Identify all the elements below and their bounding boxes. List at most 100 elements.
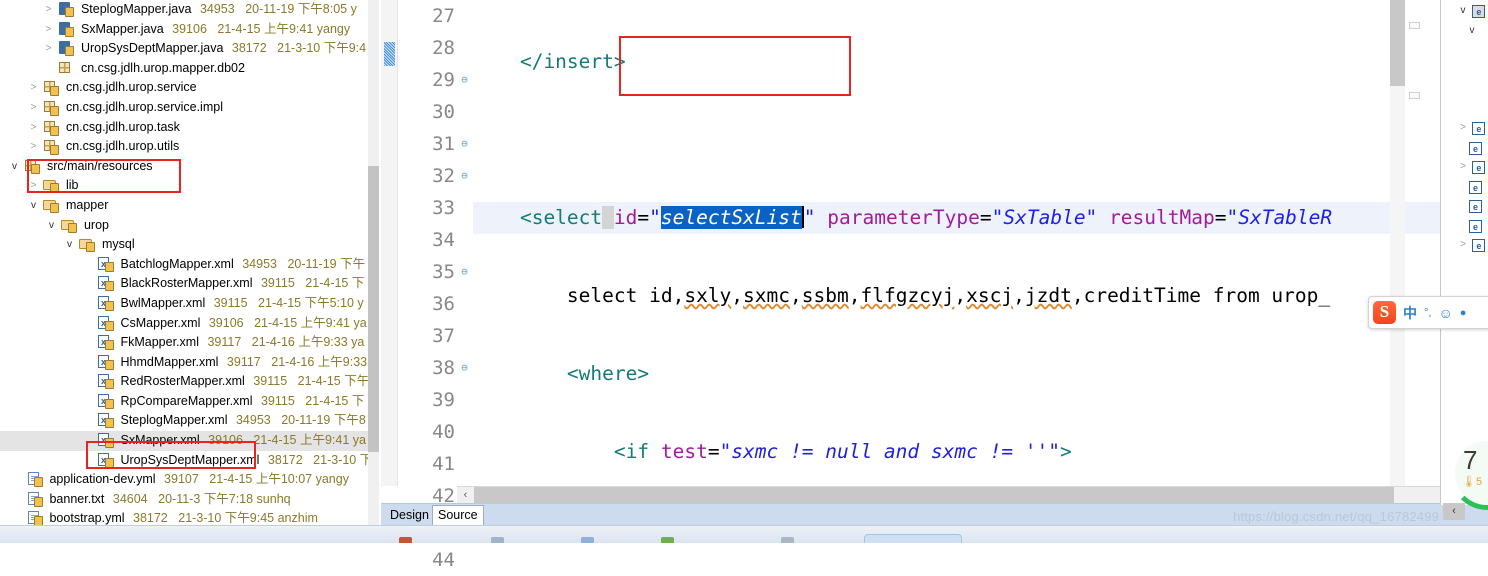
tree-item-redrostermapper-xml[interactable]: RedRosterMapper.xml 39115 21-4-15 下午 <box>0 372 368 392</box>
tab-source[interactable]: Source <box>432 505 484 525</box>
taskbar-app-icon[interactable] <box>581 537 594 543</box>
chevron-right-icon[interactable]: > <box>1457 235 1469 255</box>
fold-toggle-icon[interactable]: ⊖ <box>459 256 470 288</box>
chevron-down-icon[interactable]: v <box>45 216 58 236</box>
code-line-31[interactable]: <where> <box>473 358 1488 390</box>
tree-item-bwlmapper-xml[interactable]: BwlMapper.xml 39115 21-4-15 下午5:10 y <box>0 294 368 314</box>
taskbar-app-icon[interactable] <box>399 537 412 543</box>
sogou-ime-toolbar[interactable]: S 中 °, ☺ ● <box>1368 296 1488 329</box>
fold-toggle-icon[interactable]: ⊖ <box>459 64 470 96</box>
tree-item-csmapper-xml[interactable]: CsMapper.xml 39106 21-4-15 上午9:41 ya <box>0 314 368 334</box>
tree-item-blackrostermapper-xml[interactable]: BlackRosterMapper.xml 39115 21-4-15 下 <box>0 274 368 294</box>
taskbar-strip[interactable] <box>381 525 1488 543</box>
tree-item-task[interactable]: > cn.csg.jdlh.urop.task <box>0 118 368 138</box>
editor-horizontal-scrollbar-thumb[interactable] <box>474 487 1394 504</box>
ime-emoji-icon[interactable]: ☺ <box>1438 305 1452 321</box>
code-line-28[interactable] <box>473 124 1488 156</box>
outline-row[interactable]: v e <box>1441 0 1488 20</box>
chevron-right-icon[interactable]: > <box>27 176 40 196</box>
tree-item-label: UropSysDeptMapper.xml <box>120 452 260 467</box>
chevron-right-icon[interactable]: > <box>27 118 40 138</box>
outline-row[interactable]: e <box>1441 195 1488 215</box>
explorer-scrollbar[interactable] <box>368 0 379 542</box>
tree-item-batchlogmapper-xml[interactable]: BatchlogMapper.xml 34953 20-11-19 下午 <box>0 255 368 275</box>
tree-item-steplogmapper-java[interactable]: > SteplogMapper.java 34953 20-11-19 下午8:… <box>0 0 368 20</box>
chevron-down-icon[interactable]: v <box>1466 21 1478 41</box>
tree-item-fkmapper-xml[interactable]: FkMapper.xml 39117 21-4-16 上午9:33 ya <box>0 333 368 353</box>
overview-marker[interactable] <box>1409 22 1420 29</box>
outline-row[interactable]: > e <box>1441 234 1488 254</box>
tree-item-utils[interactable]: > cn.csg.jdlh.urop.utils <box>0 137 368 157</box>
element-icon: e <box>1469 141 1482 155</box>
tree-item-mapper-db02[interactable]: › cn.csg.jdlh.urop.mapper.db02 <box>0 59 368 79</box>
tree-item-sxmapper-xml[interactable]: SxMapper.xml 39106 21-4-15 上午9:41 ya <box>0 431 368 451</box>
chevron-right-icon[interactable]: > <box>27 98 40 118</box>
outline-row[interactable]: > e <box>1441 117 1488 137</box>
taskbar-app-icon[interactable] <box>781 537 794 543</box>
fold-toggle-icon[interactable]: ⊖ <box>459 128 470 160</box>
code-line-27[interactable]: </insert> <box>473 46 1488 78</box>
chevron-right-icon[interactable]: > <box>42 39 55 59</box>
code-editor[interactable]: 27 28 29 ⊖ 30 31 ⊖ 32 ⊖ 33 34 35 ⊖ 36 37 38 ⊖… <box>381 0 1488 571</box>
tree-item-application-dev-yml[interactable]: application-dev.yml 39107 21-4-15 上午10:0… <box>0 470 368 490</box>
line-number: 34 <box>432 229 455 251</box>
chevron-right-icon[interactable]: > <box>27 137 40 157</box>
element-icon: e <box>1469 219 1482 233</box>
taskbar-app-icon[interactable] <box>491 537 504 543</box>
outline-panel[interactable]: v e v > e e > e e e e > e <box>1440 0 1488 505</box>
outline-row[interactable]: e <box>1441 176 1488 196</box>
tree-item-sxmapper-java[interactable]: > SxMapper.java 39106 21-4-15 上午9:41 yan… <box>0 20 368 40</box>
ime-language-mode[interactable]: 中 <box>1403 303 1417 323</box>
code-line-29[interactable]: <select id="selectSxList " parameterType=… <box>473 202 1488 234</box>
editor-vertical-scrollbar[interactable] <box>1390 0 1420 486</box>
project-explorer[interactable]: > SteplogMapper.java 34953 20-11-19 下午8:… <box>0 0 368 542</box>
tree-item-src-main-resources[interactable]: v src/main/resources <box>0 157 368 177</box>
chevron-right-icon[interactable]: > <box>42 0 55 20</box>
code-line-32[interactable]: <if test="sxmc != null and sxmc != ''"> <box>473 436 1488 468</box>
sogou-logo-icon[interactable]: S <box>1373 301 1396 324</box>
outline-row[interactable]: e <box>1441 215 1488 235</box>
chevron-down-icon[interactable]: v <box>1457 1 1469 21</box>
editor-horizontal-scrollbar[interactable]: ‹ › <box>457 486 1474 504</box>
taskbar-app-icon[interactable] <box>661 537 674 543</box>
tree-item-service[interactable]: > cn.csg.jdlh.urop.service <box>0 78 368 98</box>
code-line-30[interactable]: select id,sxly,sxmc,ssbm,flfgzcyj,xscj,j… <box>473 280 1488 312</box>
chevron-down-icon[interactable]: v <box>63 235 76 255</box>
tree-item-urop-folder[interactable]: v urop <box>0 216 368 236</box>
outline-row[interactable]: > e <box>1441 156 1488 176</box>
ime-microphone-icon[interactable]: ● <box>1460 307 1467 319</box>
tree-item-rpcomparemapper-xml[interactable]: RpCompareMapper.xml 39115 21-4-15 下 <box>0 392 368 412</box>
chevron-right-icon[interactable]: > <box>42 20 55 40</box>
tree-item-uropsysdeptmapper-xml[interactable]: UropSysDeptMapper.xml 38172 21-3-10 下 <box>0 451 368 471</box>
chevron-right-icon[interactable]: > <box>27 78 40 98</box>
outline-row <box>1441 78 1488 98</box>
fold-toggle-icon[interactable]: ⊖ <box>459 352 470 384</box>
tree-item-banner-txt[interactable]: banner.txt 34604 20-11-3 下午7:18 sunhq <box>0 490 368 510</box>
tree-item-size: 38172 <box>267 452 303 467</box>
chevron-down-icon[interactable]: v <box>27 196 40 216</box>
editor-marker-bar[interactable] <box>381 0 398 486</box>
scroll-left-arrow-icon[interactable]: ‹ <box>457 487 474 504</box>
overview-marker[interactable] <box>1409 92 1420 99</box>
editor-vertical-scrollbar-thumb[interactable] <box>1390 0 1405 86</box>
tree-item-uropsysdeptmapper-java[interactable]: > UropSysDeptMapper.java 38172 21-3-10 下… <box>0 39 368 59</box>
tree-item-mysql-folder[interactable]: v mysql <box>0 235 368 255</box>
ime-punctuation-icon[interactable]: °, <box>1424 307 1431 319</box>
tree-item-mapper-folder[interactable]: v mapper <box>0 196 368 216</box>
tree-item-timestamp: 21-4-15 下 <box>305 393 365 408</box>
outline-row[interactable]: v <box>1441 20 1488 40</box>
chevron-right-icon[interactable]: > <box>1457 157 1469 177</box>
chevron-right-icon[interactable]: > <box>1457 118 1469 138</box>
tab-design[interactable]: Design <box>385 505 434 525</box>
outline-row[interactable]: e <box>1441 137 1488 157</box>
document-icon <box>27 511 43 527</box>
tree-item-lib[interactable]: > lib <box>0 176 368 196</box>
tree-item-hhmdmapper-xml[interactable]: HhmdMapper.xml 39117 21-4-16 上午9:33 <box>0 353 368 373</box>
tree-item-service-impl[interactable]: > cn.csg.jdlh.urop.service.impl <box>0 98 368 118</box>
code-text-area[interactable]: </insert> <select id="selectSxList " para… <box>473 0 1488 486</box>
fold-toggle-icon[interactable]: ⊖ <box>459 160 470 192</box>
chevron-down-icon[interactable]: v <box>8 157 21 177</box>
tree-item-steplogmapper-xml[interactable]: SteplogMapper.xml 34953 20-11-19 下午8 <box>0 411 368 431</box>
weather-collapse-button[interactable]: ‹ <box>1443 503 1465 520</box>
explorer-scrollbar-thumb[interactable] <box>368 166 379 452</box>
